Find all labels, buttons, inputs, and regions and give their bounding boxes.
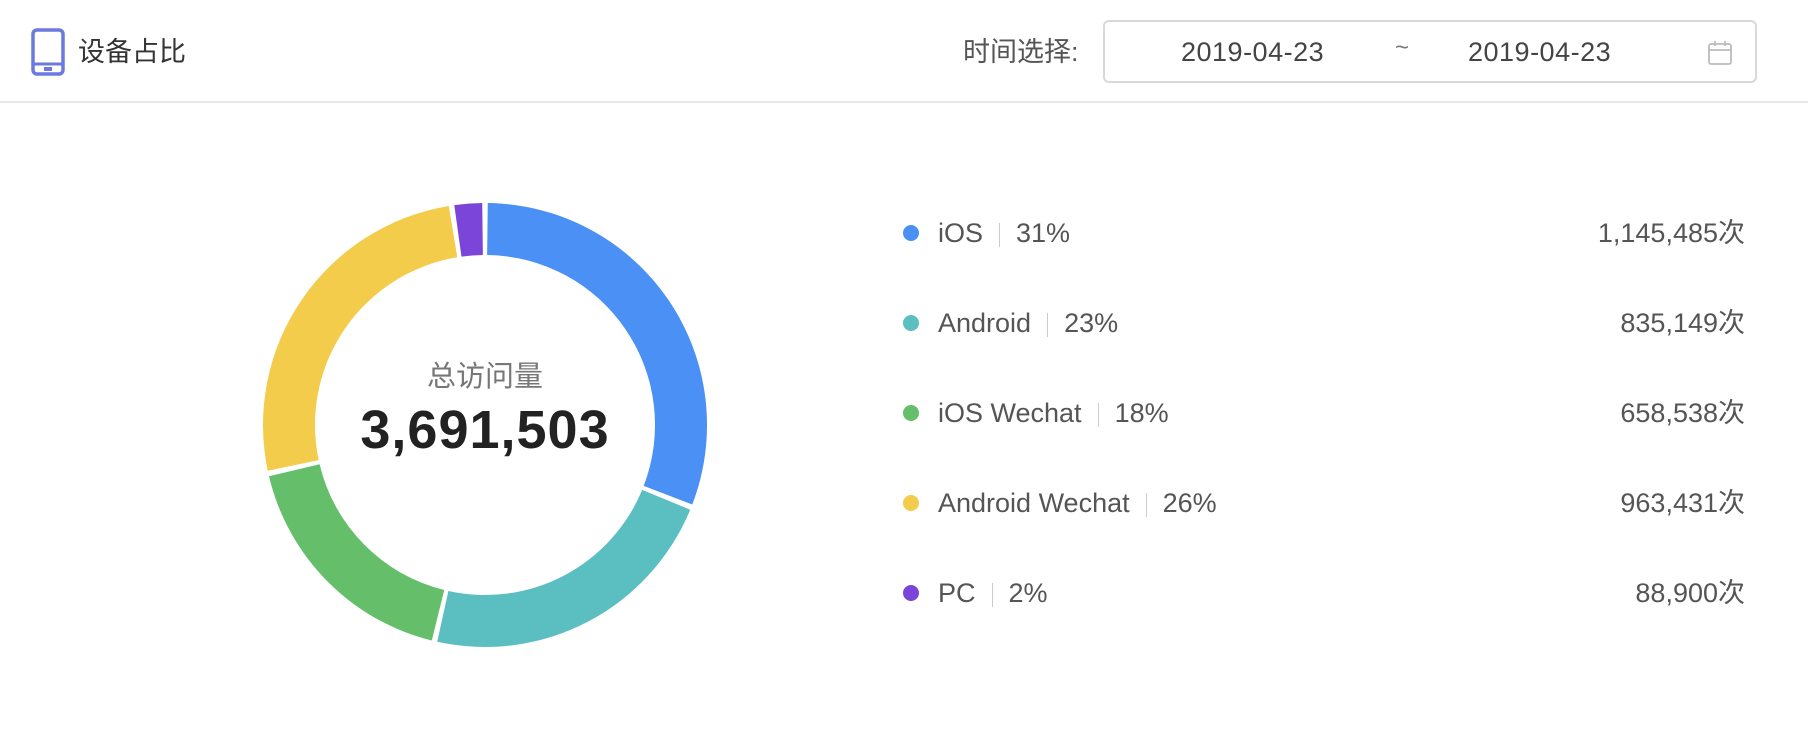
chart-legend: iOS 31% 1,145,485次 Android 23% 835,149次 iOS We… bbox=[895, 205, 1745, 655]
date-end-input[interactable]: 2019-04-23 bbox=[1468, 36, 1611, 68]
legend-value: 658,538次 bbox=[1620, 398, 1745, 428]
date-start-input[interactable]: 2019-04-23 bbox=[1181, 36, 1324, 68]
legend-label: iOS Wechat bbox=[938, 398, 1082, 428]
legend-percent: 31% bbox=[1016, 218, 1071, 248]
total-visits-label: 总访问量 bbox=[426, 361, 543, 393]
legend-item-pc[interactable]: PC 2% 88,900次 bbox=[895, 565, 1745, 655]
legend-value: 835,149次 bbox=[1620, 308, 1745, 338]
legend-percent-group: 31% bbox=[999, 215, 1070, 251]
legend-item-android[interactable]: Android 23% 835,149次 bbox=[895, 295, 1745, 385]
legend-label: PC bbox=[938, 578, 976, 608]
legend-percent: 2% bbox=[1008, 578, 1048, 608]
panel-header: 设备占比 时间选择: 2019-04-23 ~ 2019-04-23 bbox=[0, 0, 1808, 103]
legend-item-ios-wechat[interactable]: iOS Wechat 18% 658,538次 bbox=[895, 385, 1745, 475]
legend-dot bbox=[903, 315, 919, 331]
date-separator: ~ bbox=[1395, 34, 1410, 61]
legend-divider bbox=[1047, 312, 1049, 337]
donut-slice-ios-wechat[interactable] bbox=[268, 464, 445, 641]
legend-divider bbox=[1145, 492, 1147, 517]
date-filter-label: 时间选择: bbox=[963, 37, 1079, 67]
legend-percent: 23% bbox=[1064, 308, 1119, 338]
legend-divider bbox=[991, 582, 993, 607]
legend-value: 1,145,485次 bbox=[1597, 218, 1745, 248]
legend-dot bbox=[903, 225, 919, 241]
legend-dot bbox=[903, 495, 919, 511]
legend-dot bbox=[903, 585, 919, 601]
legend-percent-group: 18% bbox=[1097, 395, 1169, 431]
donut-slice-pc[interactable] bbox=[454, 203, 483, 257]
legend-percent-group: 26% bbox=[1145, 485, 1217, 521]
legend-percent: 26% bbox=[1162, 488, 1217, 518]
legend-percent-group: 2% bbox=[991, 575, 1048, 611]
legend-label: Android bbox=[938, 308, 1032, 338]
donut-slice-android[interactable] bbox=[437, 489, 691, 647]
total-visits-value: 3,691,503 bbox=[360, 400, 610, 460]
legend-value: 88,900次 bbox=[1635, 578, 1745, 608]
legend-label: Android Wechat bbox=[938, 488, 1130, 518]
device-icon bbox=[31, 28, 65, 76]
legend-divider bbox=[999, 222, 1001, 247]
date-range-picker[interactable]: 2019-04-23 ~ 2019-04-23 bbox=[1103, 20, 1757, 83]
calendar-icon[interactable] bbox=[1707, 40, 1733, 66]
legend-percent: 18% bbox=[1114, 398, 1169, 428]
donut-chart: 总访问量 3,691,503 bbox=[255, 195, 715, 655]
legend-divider bbox=[1097, 402, 1099, 427]
legend-percent-group: 23% bbox=[1047, 305, 1118, 341]
legend-item-android-wechat[interactable]: Android Wechat 26% 963,431次 bbox=[895, 475, 1745, 565]
legend-dot bbox=[903, 405, 919, 421]
panel-title: 设备占比 bbox=[78, 37, 186, 67]
legend-label: iOS bbox=[938, 218, 984, 248]
legend-item-ios[interactable]: iOS 31% 1,145,485次 bbox=[895, 205, 1745, 295]
device-share-panel: 设备占比 时间选择: 2019-04-23 ~ 2019-04-23 总访问量 … bbox=[0, 0, 1808, 740]
legend-value: 963,431次 bbox=[1620, 488, 1745, 518]
